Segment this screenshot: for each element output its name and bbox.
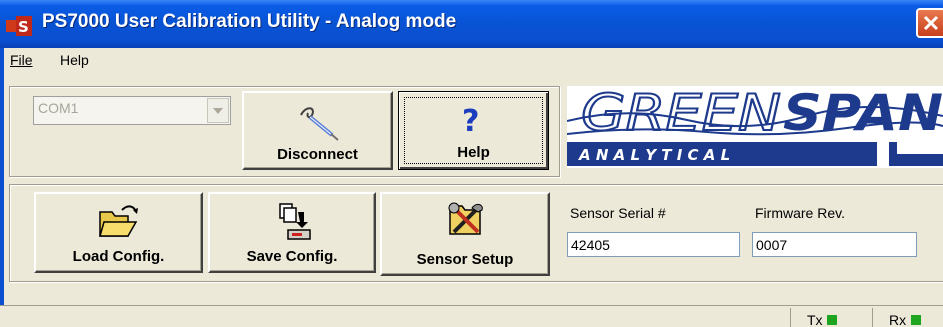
help-button[interactable]: ? Help	[398, 91, 549, 170]
help-label: Help	[457, 144, 490, 161]
load-config-button[interactable]: Load Config.	[34, 192, 203, 273]
com-port-dropdown-button[interactable]	[207, 98, 229, 123]
com-port-value: COM1	[38, 100, 79, 116]
menu-file-label: File	[10, 52, 33, 68]
title-bar[interactable]: S PS7000 User Calibration Utility - Anal…	[0, 0, 943, 48]
help-question-icon: ?	[462, 104, 479, 134]
sensor-serial-label: Sensor Serial #	[570, 205, 666, 221]
save-config-button[interactable]: Save Config.	[208, 192, 376, 273]
window-title: PS7000 User Calibration Utility - Analog…	[42, 11, 457, 32]
menu-file[interactable]: File	[10, 52, 33, 68]
window-left-border	[0, 48, 4, 327]
firmware-rev-input[interactable]	[752, 232, 917, 257]
load-config-label: Load Config.	[72, 248, 165, 265]
tx-indicator-light	[827, 315, 837, 325]
firmware-rev-label: Firmware Rev.	[755, 205, 845, 221]
rx-label: Rx	[889, 312, 907, 327]
sensor-setup-label: Sensor Setup	[416, 251, 514, 268]
greenspan-logo: GREEN SPAN A N A L Y T I C A L	[567, 86, 943, 168]
save-config-label: Save Config.	[246, 248, 338, 265]
app-logo-icon: S	[6, 16, 32, 36]
logo-text-span: SPAN	[783, 86, 943, 142]
sensor-setup-button[interactable]: Sensor Setup	[380, 192, 550, 276]
save-config-icon	[279, 203, 311, 240]
menu-help-label: Help	[60, 52, 89, 68]
open-folder-icon	[99, 205, 138, 237]
greenspan-logo-art: GREEN SPAN A N A L Y T I C A L	[567, 86, 943, 166]
sensor-setup-tools-icon	[448, 202, 483, 235]
status-pane-tx: Tx	[790, 308, 861, 327]
close-icon	[923, 15, 939, 31]
svg-text:S: S	[18, 18, 29, 36]
disconnect-button[interactable]: Disconnect	[242, 91, 393, 170]
sensor-serial-input[interactable]	[567, 232, 740, 257]
svg-text:?: ?	[462, 104, 479, 134]
disconnect-label: Disconnect	[277, 146, 358, 163]
close-button[interactable]	[916, 8, 943, 38]
logo-text-analytical: A N A L Y T I C A L	[578, 146, 730, 164]
app-window: S PS7000 User Calibration Utility - Anal…	[0, 0, 943, 327]
logo-text-green: GREEN	[581, 86, 781, 142]
menu-bar: File Help	[0, 48, 943, 74]
com-port-select[interactable]: COM1	[33, 96, 231, 125]
tx-label: Tx	[807, 312, 823, 327]
rx-indicator-light	[911, 315, 921, 325]
status-bar: Tx Rx	[0, 305, 943, 327]
status-pane-rx: Rx	[872, 308, 943, 327]
menu-help[interactable]: Help	[60, 52, 89, 68]
chevron-down-icon	[213, 108, 223, 114]
disconnect-plug-icon	[300, 107, 339, 141]
